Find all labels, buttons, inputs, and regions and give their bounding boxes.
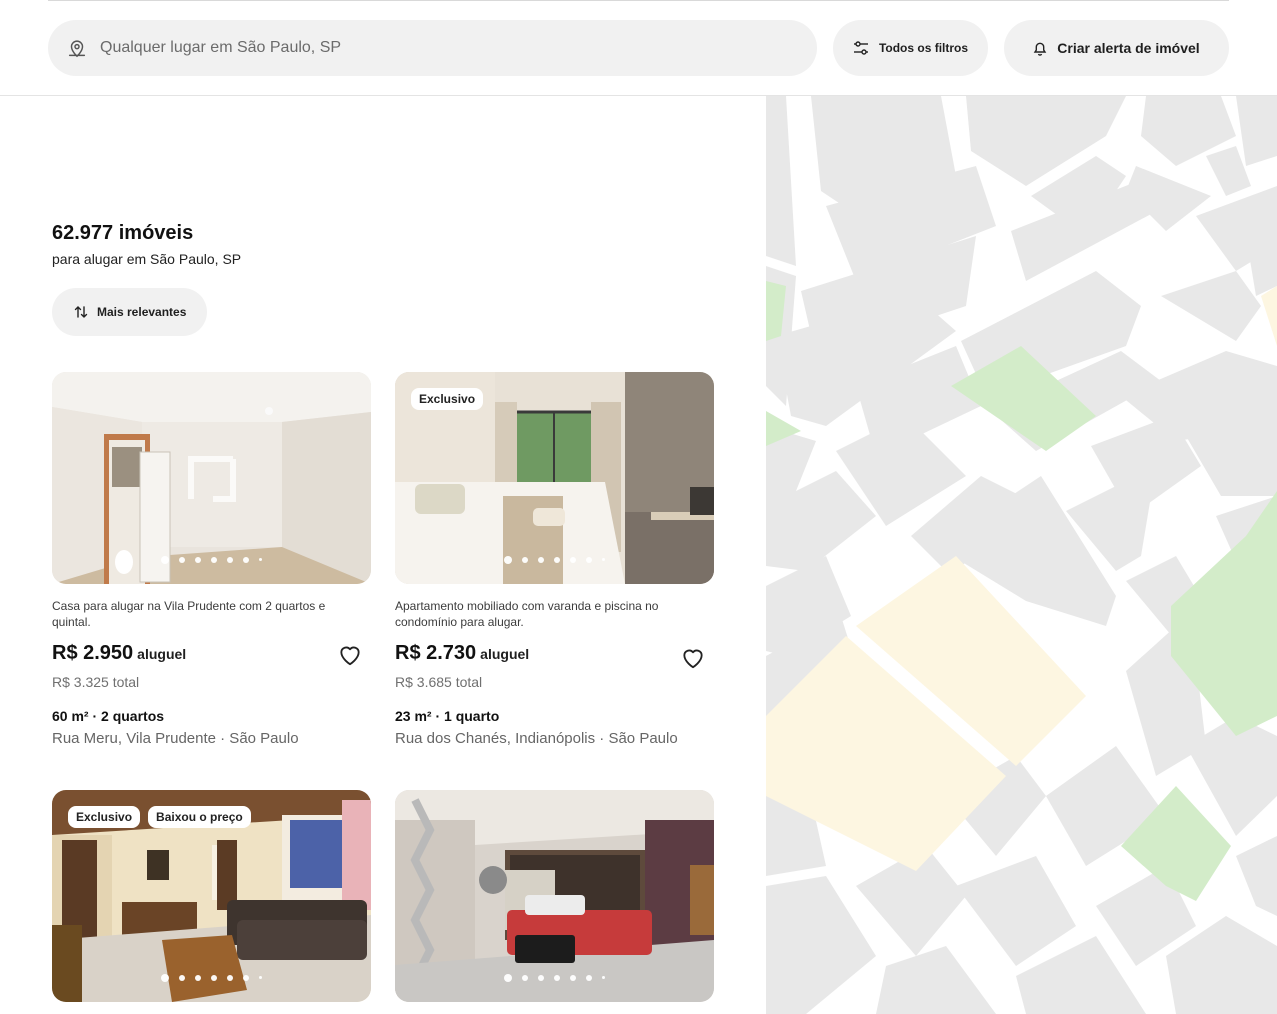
photo-pagination[interactable] — [52, 974, 371, 982]
watermark-logo — [187, 456, 236, 502]
listing-image — [395, 790, 714, 1002]
listing-total: R$ 3.325 total — [52, 674, 140, 690]
listing-specs: 23 m² · 1 quarto — [395, 708, 500, 724]
badge-group: Exclusivo Baixou o preço — [68, 806, 251, 828]
create-alert-button[interactable]: Criar alerta de imóvel — [1004, 20, 1229, 76]
location-search-input[interactable]: Qualquer lugar em São Paulo, SP — [48, 20, 817, 76]
badge-group: Exclusivo — [411, 388, 484, 410]
listing-price-unit: aluguel — [480, 646, 530, 662]
listing-photo[interactable]: Exclusivo Baixou o preço — [52, 790, 371, 1002]
listing-card[interactable]: Exclusivo Baixou o preço — [52, 790, 371, 1002]
results-subtitle: para alugar em São Paulo, SP — [52, 251, 242, 267]
exclusive-badge: Exclusivo — [68, 806, 141, 828]
map-canvas — [766, 96, 1277, 1014]
listing-address: Rua dos Chanés, Indianópolis · São Paulo — [395, 730, 678, 747]
listing-photo[interactable]: Exclusivo — [395, 372, 714, 584]
listing-price-unit: aluguel — [137, 646, 187, 662]
sort-button[interactable]: Mais relevantes — [52, 288, 207, 336]
all-filters-label: Todos os filtros — [878, 41, 969, 55]
top-divider — [48, 0, 1229, 1]
listing-card[interactable]: Casa para alugar na Vila Prudente com 2 … — [52, 372, 371, 747]
listing-price: R$ 2.730 — [395, 642, 477, 664]
listing-address: Rua Meru, Vila Prudente · São Paulo — [52, 730, 299, 747]
exclusive-badge: Exclusivo — [411, 388, 484, 410]
listing-photo[interactable] — [52, 372, 371, 584]
top-bar: Qualquer lugar em São Paulo, SP Todos os… — [0, 0, 1277, 96]
sliders-icon — [853, 41, 868, 55]
price-drop-badge: Baixou o preço — [148, 806, 251, 828]
photo-pagination[interactable] — [395, 974, 714, 982]
heart-icon[interactable] — [337, 642, 363, 668]
all-filters-button[interactable]: Todos os filtros — [833, 20, 988, 76]
listing-total: R$ 3.685 total — [395, 674, 483, 690]
listing-photo[interactable] — [395, 790, 714, 1002]
listing-price: R$ 2.950 — [52, 642, 134, 664]
photo-pagination[interactable] — [52, 556, 371, 564]
listing-description: Apartamento mobiliado com varanda e pisc… — [395, 599, 659, 629]
bell-icon — [1034, 42, 1047, 56]
results-count: 62.977 imóveis — [52, 222, 194, 244]
map-pin-icon — [68, 40, 86, 58]
listing-description: Casa para alugar na Vila Prudente com 2 … — [52, 599, 326, 629]
photo-pagination[interactable] — [395, 556, 714, 564]
sort-label: Mais relevantes — [97, 305, 187, 319]
create-alert-label: Criar alerta de imóvel — [1057, 40, 1200, 56]
results-map[interactable] — [766, 96, 1277, 1014]
sort-arrows-icon — [74, 306, 88, 318]
search-placeholder: Qualquer lugar em São Paulo, SP — [100, 39, 342, 56]
listing-card[interactable] — [395, 790, 714, 1002]
heart-icon[interactable] — [680, 645, 706, 671]
listing-specs: 60 m² · 2 quartos — [52, 708, 165, 724]
listing-card[interactable]: Exclusivo Apartamento mobiliado com vara… — [395, 372, 714, 747]
